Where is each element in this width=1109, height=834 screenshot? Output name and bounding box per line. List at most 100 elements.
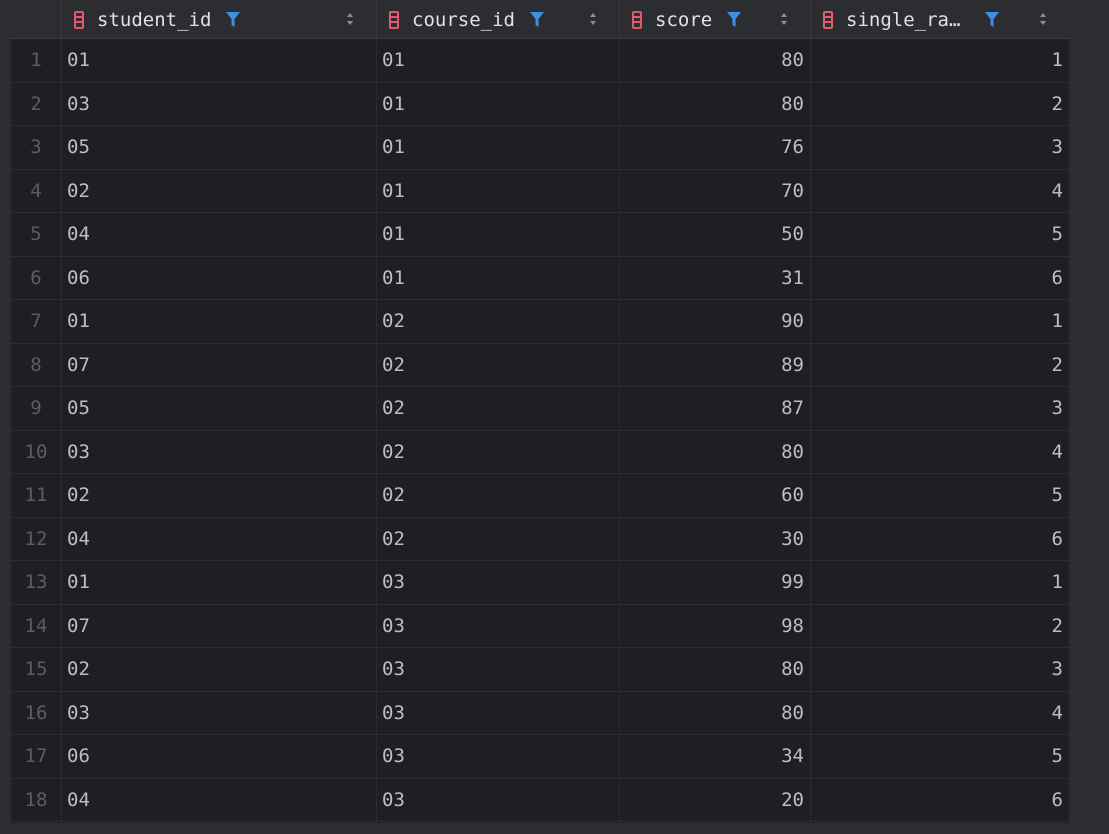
cell-course-id[interactable]: 03 bbox=[376, 648, 619, 691]
cell-score[interactable]: 89 bbox=[619, 343, 810, 386]
column-header-single-rank[interactable]: single_ra… bbox=[810, 0, 1069, 39]
row-number-header[interactable] bbox=[11, 0, 61, 39]
row-number[interactable]: 2 bbox=[11, 82, 61, 125]
cell-single-rank[interactable]: 5 bbox=[810, 735, 1069, 778]
row-number[interactable]: 6 bbox=[11, 256, 61, 299]
cell-student-id[interactable]: 02 bbox=[61, 648, 376, 691]
cell-score[interactable]: 30 bbox=[619, 517, 810, 560]
cell-single-rank[interactable]: 3 bbox=[810, 648, 1069, 691]
column-header-course-id[interactable]: course_id bbox=[376, 0, 619, 39]
cell-score[interactable]: 80 bbox=[619, 648, 810, 691]
cell-score[interactable]: 99 bbox=[619, 561, 810, 604]
cell-student-id[interactable]: 02 bbox=[61, 169, 376, 212]
row-number[interactable]: 16 bbox=[11, 691, 61, 734]
row-number[interactable]: 5 bbox=[11, 213, 61, 256]
table-row[interactable]: 15 02 03 80 3 bbox=[11, 648, 1069, 692]
cell-single-rank[interactable]: 4 bbox=[810, 691, 1069, 734]
cell-single-rank[interactable]: 6 bbox=[810, 256, 1069, 299]
cell-course-id[interactable]: 03 bbox=[376, 778, 619, 821]
cell-student-id[interactable]: 04 bbox=[61, 517, 376, 560]
cell-course-id[interactable]: 01 bbox=[376, 169, 619, 212]
filter-icon[interactable] bbox=[726, 11, 742, 28]
cell-course-id[interactable]: 03 bbox=[376, 561, 619, 604]
table-row[interactable]: 14 07 03 98 2 bbox=[11, 604, 1069, 648]
cell-score[interactable]: 20 bbox=[619, 778, 810, 821]
cell-single-rank[interactable]: 1 bbox=[810, 561, 1069, 604]
cell-student-id[interactable]: 04 bbox=[61, 778, 376, 821]
cell-single-rank[interactable]: 5 bbox=[810, 474, 1069, 517]
cell-student-id[interactable]: 01 bbox=[61, 39, 376, 82]
cell-single-rank[interactable]: 4 bbox=[810, 430, 1069, 473]
cell-single-rank[interactable]: 6 bbox=[810, 778, 1069, 821]
row-number[interactable]: 13 bbox=[11, 561, 61, 604]
row-number[interactable]: 17 bbox=[11, 735, 61, 778]
table-row[interactable]: 7 01 02 90 1 bbox=[11, 300, 1069, 344]
cell-course-id[interactable]: 02 bbox=[376, 474, 619, 517]
table-row[interactable]: 17 06 03 34 5 bbox=[11, 735, 1069, 779]
cell-student-id[interactable]: 04 bbox=[61, 213, 376, 256]
cell-student-id[interactable]: 07 bbox=[61, 343, 376, 386]
sort-icon[interactable] bbox=[780, 11, 788, 27]
cell-score[interactable]: 90 bbox=[619, 300, 810, 343]
cell-course-id[interactable]: 03 bbox=[376, 735, 619, 778]
cell-single-rank[interactable]: 2 bbox=[810, 604, 1069, 647]
column-header-score[interactable]: score bbox=[619, 0, 810, 39]
cell-score[interactable]: 34 bbox=[619, 735, 810, 778]
cell-course-id[interactable]: 03 bbox=[376, 691, 619, 734]
cell-score[interactable]: 80 bbox=[619, 691, 810, 734]
table-row[interactable]: 16 03 03 80 4 bbox=[11, 691, 1069, 735]
row-number[interactable]: 3 bbox=[11, 126, 61, 169]
cell-course-id[interactable]: 01 bbox=[376, 82, 619, 125]
filter-icon[interactable] bbox=[984, 11, 1000, 28]
cell-single-rank[interactable]: 1 bbox=[810, 300, 1069, 343]
cell-single-rank[interactable]: 5 bbox=[810, 213, 1069, 256]
cell-student-id[interactable]: 05 bbox=[61, 126, 376, 169]
row-number[interactable]: 1 bbox=[11, 39, 61, 82]
cell-student-id[interactable]: 03 bbox=[61, 82, 376, 125]
cell-single-rank[interactable]: 1 bbox=[810, 39, 1069, 82]
cell-course-id[interactable]: 01 bbox=[376, 39, 619, 82]
cell-score[interactable]: 98 bbox=[619, 604, 810, 647]
cell-course-id[interactable]: 02 bbox=[376, 387, 619, 430]
cell-student-id[interactable]: 01 bbox=[61, 300, 376, 343]
cell-course-id[interactable]: 02 bbox=[376, 517, 619, 560]
cell-student-id[interactable]: 03 bbox=[61, 430, 376, 473]
cell-score[interactable]: 70 bbox=[619, 169, 810, 212]
cell-student-id[interactable]: 06 bbox=[61, 256, 376, 299]
cell-course-id[interactable]: 02 bbox=[376, 343, 619, 386]
cell-student-id[interactable]: 06 bbox=[61, 735, 376, 778]
table-row[interactable]: 2 03 01 80 2 bbox=[11, 82, 1069, 126]
table-row[interactable]: 18 04 03 20 6 bbox=[11, 778, 1069, 822]
cell-course-id[interactable]: 02 bbox=[376, 430, 619, 473]
table-row[interactable]: 5 04 01 50 5 bbox=[11, 213, 1069, 257]
cell-single-rank[interactable]: 4 bbox=[810, 169, 1069, 212]
table-row[interactable]: 13 01 03 99 1 bbox=[11, 561, 1069, 605]
cell-score[interactable]: 80 bbox=[619, 430, 810, 473]
row-number[interactable]: 7 bbox=[11, 300, 61, 343]
column-header-student-id[interactable]: student_id bbox=[61, 0, 376, 39]
sort-icon[interactable] bbox=[346, 11, 354, 27]
row-number[interactable]: 10 bbox=[11, 430, 61, 473]
row-number[interactable]: 12 bbox=[11, 517, 61, 560]
table-row[interactable]: 8 07 02 89 2 bbox=[11, 343, 1069, 387]
row-number[interactable]: 14 bbox=[11, 604, 61, 647]
cell-score[interactable]: 80 bbox=[619, 82, 810, 125]
table-row[interactable]: 6 06 01 31 6 bbox=[11, 256, 1069, 300]
cell-single-rank[interactable]: 6 bbox=[810, 517, 1069, 560]
table-row[interactable]: 10 03 02 80 4 bbox=[11, 430, 1069, 474]
row-number[interactable]: 9 bbox=[11, 387, 61, 430]
cell-student-id[interactable]: 05 bbox=[61, 387, 376, 430]
table-row[interactable]: 1 01 01 80 1 bbox=[11, 39, 1069, 83]
row-number[interactable]: 15 bbox=[11, 648, 61, 691]
table-row[interactable]: 4 02 01 70 4 bbox=[11, 169, 1069, 213]
cell-student-id[interactable]: 07 bbox=[61, 604, 376, 647]
cell-score[interactable]: 80 bbox=[619, 39, 810, 82]
cell-single-rank[interactable]: 3 bbox=[810, 387, 1069, 430]
cell-course-id[interactable]: 01 bbox=[376, 213, 619, 256]
cell-course-id[interactable]: 03 bbox=[376, 604, 619, 647]
cell-score[interactable]: 60 bbox=[619, 474, 810, 517]
sort-icon[interactable] bbox=[589, 11, 597, 27]
table-row[interactable]: 9 05 02 87 3 bbox=[11, 387, 1069, 431]
row-number[interactable]: 18 bbox=[11, 778, 61, 821]
cell-score[interactable]: 50 bbox=[619, 213, 810, 256]
